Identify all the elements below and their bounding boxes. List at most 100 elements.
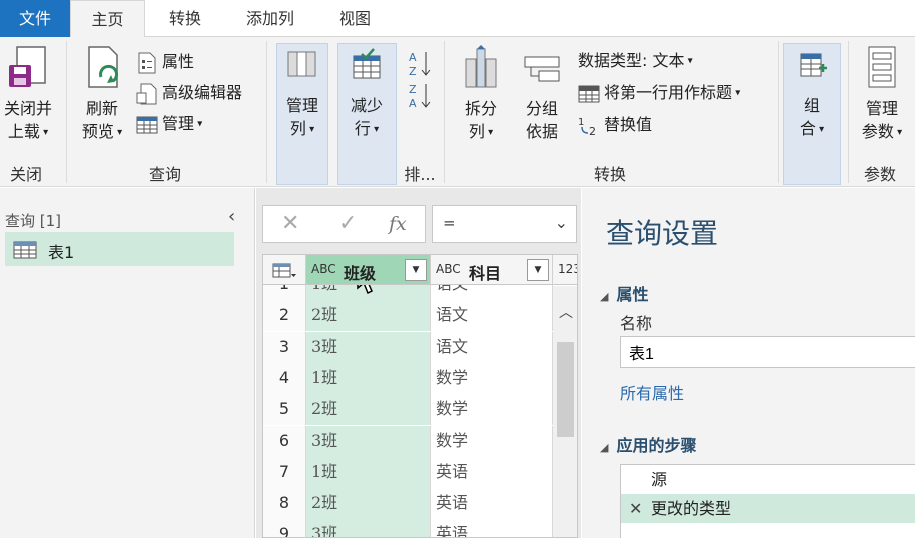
manage-parameters-button[interactable]: 管理 参数 ▾ xyxy=(852,43,912,144)
text-type-icon[interactable]: ABC xyxy=(436,262,461,276)
applied-step[interactable]: 源 xyxy=(621,465,915,494)
formula-expression-input[interactable]: = ⌄ xyxy=(432,205,577,243)
table-row[interactable]: 6 3班 数学 xyxy=(263,425,577,457)
use-first-row-as-headers-button[interactable]: 将第一行用作标题 ▾ xyxy=(578,80,740,106)
tab-home[interactable]: 主页 xyxy=(70,0,145,38)
column-header-class[interactable]: ABC 班级 ▼ xyxy=(306,255,431,285)
collapse-triangle-icon: ◢ xyxy=(600,290,609,303)
table-row[interactable]: 3 3班 语文 xyxy=(263,331,577,363)
table-cell[interactable]: 英语 xyxy=(431,488,553,520)
applied-steps-list: 源 ✕ 更改的类型 xyxy=(620,464,915,538)
table-cell[interactable]: 1班 xyxy=(306,456,431,488)
svg-text:Z: Z xyxy=(409,65,417,77)
group-by-icon xyxy=(524,56,560,82)
row-number[interactable]: 2 xyxy=(263,300,306,332)
manage-columns-button[interactable]: 管理 列 ▾ xyxy=(276,43,328,185)
split-column-icon xyxy=(465,45,497,88)
refresh-preview-button[interactable]: 刷新 预览 ▾ xyxy=(74,43,130,144)
tab-add-column[interactable]: 添加列 xyxy=(228,0,312,37)
row-number[interactable]: 6 xyxy=(263,425,306,457)
tab-view[interactable]: 视图 xyxy=(322,0,388,37)
group-label-parameters: 参数 xyxy=(863,165,896,184)
delete-step-icon[interactable]: ✕ xyxy=(629,494,642,523)
tab-transform[interactable]: 转换 xyxy=(152,0,218,37)
group-divider xyxy=(848,41,849,183)
formula-cancel-icon[interactable]: ✕ xyxy=(281,211,299,236)
reduce-rows-button[interactable]: 减少 行 ▾ xyxy=(337,43,397,185)
replace-values-button[interactable]: 1 2 替换值 xyxy=(578,112,652,138)
table-menu-header[interactable] xyxy=(263,255,306,285)
row-number[interactable]: 9 xyxy=(263,519,306,537)
table-row[interactable]: 9 3班 英语 xyxy=(263,519,577,537)
sort-ascending-button[interactable]: AZ xyxy=(408,49,436,78)
advanced-editor-button[interactable]: 高级编辑器 xyxy=(136,80,242,106)
column-header-label: 班级 xyxy=(344,264,377,283)
all-properties-link[interactable]: 所有属性 xyxy=(620,380,684,404)
table-row[interactable]: 8 2班 英语 xyxy=(263,488,577,520)
vertical-scrollbar[interactable]: ︿ xyxy=(553,286,577,537)
row-number[interactable]: 8 xyxy=(263,488,306,520)
group-by-button[interactable]: 分组 依据 xyxy=(516,43,568,143)
table-row[interactable]: 7 1班 英语 xyxy=(263,456,577,488)
data-preview-area: ✕ ✓ fx = ⌄ ABC 班级 ▼ ABC 科目 ▼ 123 11班语文22… xyxy=(256,188,581,538)
row-number[interactable]: 3 xyxy=(263,331,306,363)
table-cell[interactable]: 语文 xyxy=(431,300,553,332)
properties-icon xyxy=(138,52,156,73)
table-row[interactable]: 5 2班 数学 xyxy=(263,394,577,426)
table-header-icon xyxy=(578,85,600,102)
column-header-subject[interactable]: ABC 科目 ▼ xyxy=(431,255,553,285)
applied-step[interactable]: ✕ 更改的类型 xyxy=(621,494,915,523)
formula-confirm-icon[interactable]: ✓ xyxy=(339,211,357,236)
row-number[interactable]: 5 xyxy=(263,394,306,426)
group-divider xyxy=(778,41,779,183)
properties-button[interactable]: 属性 xyxy=(136,49,194,75)
filter-dropdown-icon[interactable]: ▼ xyxy=(527,259,549,281)
number-type-icon[interactable]: 123 xyxy=(558,262,577,276)
table-cell[interactable]: 3班 xyxy=(306,425,431,457)
row-number[interactable]: 4 xyxy=(263,362,306,394)
filter-dropdown-icon[interactable]: ▼ xyxy=(405,259,427,281)
table-cell[interactable]: 3班 xyxy=(306,331,431,363)
close-and-load-button[interactable]: 关闭并 上载 ▾ xyxy=(0,43,56,144)
table-cell[interactable]: 语文 xyxy=(431,331,553,363)
chevron-down-icon: ▾ xyxy=(370,124,380,135)
combine-button[interactable]: 组 合 ▾ xyxy=(783,43,841,185)
chevron-down-icon: ▾ xyxy=(194,118,203,130)
refresh-label-1: 刷新 xyxy=(85,99,118,118)
row-number[interactable]: 7 xyxy=(263,456,306,488)
query-name-input[interactable] xyxy=(620,336,915,368)
table-cell[interactable]: 英语 xyxy=(431,456,553,488)
fx-icon[interactable]: fx xyxy=(389,213,407,235)
query-item-table1[interactable]: 表1 xyxy=(5,232,234,266)
collapse-pane-icon[interactable]: ‹ xyxy=(228,206,235,227)
text-type-icon[interactable]: ABC xyxy=(311,262,336,276)
chevron-up-icon[interactable]: ︿ xyxy=(559,302,573,322)
tab-file[interactable]: 文件 xyxy=(0,0,70,37)
table-row[interactable]: 4 1班 数学 xyxy=(263,362,577,394)
table-cell[interactable]: 数学 xyxy=(431,362,553,394)
table-row[interactable]: 2 2班 语文 xyxy=(263,300,577,332)
table-cell[interactable]: 2班 xyxy=(306,300,431,332)
scrollbar-thumb[interactable] xyxy=(557,342,574,437)
table-cell[interactable]: 数学 xyxy=(431,394,553,426)
advanced-editor-label: 高级编辑器 xyxy=(162,83,243,102)
chevron-down-icon: ▾ xyxy=(684,55,693,67)
manage-columns-label-2: 列 xyxy=(289,119,306,138)
table-cell[interactable]: 1班 xyxy=(306,362,431,394)
table-cell[interactable]: 2班 xyxy=(306,394,431,426)
formula-expression-text: = xyxy=(443,214,456,232)
manage-button[interactable]: 管理 ▾ xyxy=(136,111,202,137)
chevron-down-icon[interactable]: ⌄ xyxy=(555,213,568,232)
table-cell[interactable]: 2班 xyxy=(306,488,431,520)
data-type-dropdown[interactable]: 数据类型: 文本 ▾ xyxy=(578,48,693,74)
split-label-2: 列 xyxy=(468,122,485,141)
applied-steps-section-header[interactable]: ◢ 应用的步骤 xyxy=(600,432,696,456)
sort-descending-button[interactable]: ZA xyxy=(408,81,436,110)
table-cell[interactable]: 3班 xyxy=(306,519,431,537)
split-column-button[interactable]: 拆分 列 ▾ xyxy=(455,43,507,144)
properties-section-header[interactable]: ◢ 属性 xyxy=(600,281,648,305)
table-cell[interactable]: 数学 xyxy=(431,425,553,457)
table-cell[interactable]: 英语 xyxy=(431,519,553,537)
column-header-next[interactable]: 123 xyxy=(553,255,577,285)
group-label-sort: 排... xyxy=(404,165,436,184)
